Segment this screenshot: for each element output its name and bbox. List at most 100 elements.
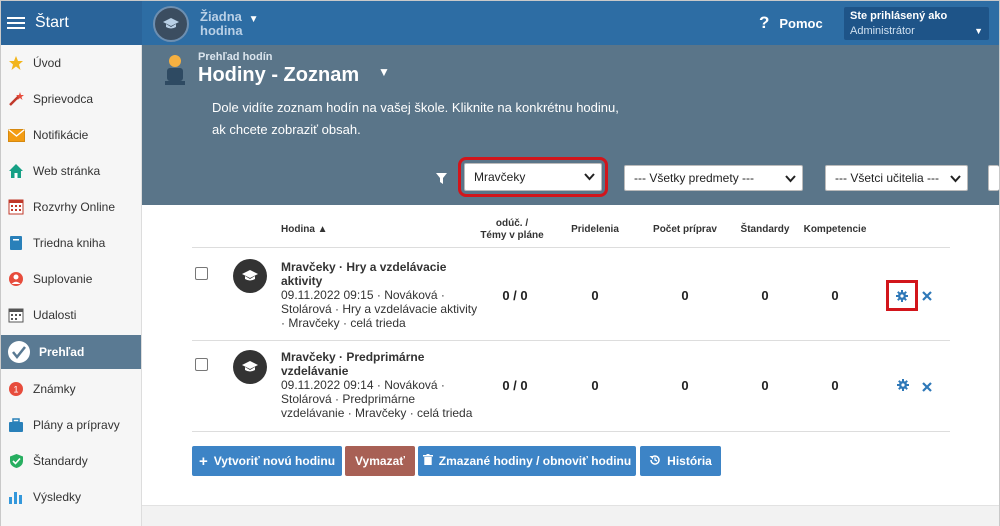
sidebar-item-udalosti[interactable]: Udalosti [1,297,141,333]
class-filter-value: Mravčeky [474,170,526,184]
lesson-detail-line2: Stolárová · Predprimárne [281,392,416,406]
history-icon [649,454,661,469]
column-header-hodina[interactable]: Hodina ▲ [281,224,328,236]
create-lesson-button[interactable]: + Vytvoriť novú hodinu [192,446,342,476]
row-checkbox[interactable] [195,267,208,280]
lesson-detail-line2: Stolárová · Hry a vzdelávacie aktivity [281,302,478,316]
start-menu-button[interactable]: Štart [1,1,142,45]
plus-icon: + [198,452,208,470]
lesson-detail-line3: vzdelávanie · Mravčeky · celá trieda [281,406,473,420]
page-subtitle: Prehľad hodín [198,51,273,63]
sidebar-item-standardy[interactable]: Štandardy [1,443,141,479]
lesson-title-line1: Mravčeky · Predprimárne [281,350,425,364]
column-header-pocet-priprav: Počet príprav [653,224,717,235]
graduation-cap-icon [233,259,267,293]
column-header-oduc-line1: odúč. / [495,218,529,229]
chevron-down-icon [584,169,595,186]
help-link[interactable]: ? Pomoc [759,13,823,33]
delete-x-icon[interactable] [922,289,932,304]
lesson-detail-line3: · Mravčeky · celá trieda [281,316,406,330]
sidebar-item-label: Prehľad [39,345,85,359]
oduc-value: 0 / 0 [502,288,528,303]
divider [192,247,950,248]
sidebar-item-rozvrhy-online[interactable]: Rozvrhy Online [1,189,141,225]
lesson-detail: 09.11.2022 09:14 · Nováková · Stolárová … [281,378,486,420]
sidebar-item-prehlad[interactable]: Prehľad [1,335,141,369]
book-icon [7,234,25,252]
lesson-detail-line1: 09.11.2022 09:14 · Nováková · [281,378,445,392]
teacher-filter-select[interactable]: --- Všetci učitelia --- [825,165,968,191]
lesson-detail: 09.11.2022 09:15 · Nováková · Stolárová … [281,288,486,330]
calendar-icon [7,306,25,324]
check-circle-icon [7,340,31,364]
bar-chart-icon [7,488,25,506]
sidebar-item-triedna-kniha[interactable]: Triedna kniha [1,225,141,261]
caret-down-icon: ▼ [248,13,259,25]
sidebar-item-label: Známky [33,382,76,396]
page-title: Hodiny - Zoznam [198,64,360,86]
deleted-lessons-button[interactable]: Zmazané hodiny / obnoviť hodinu [418,446,636,476]
kompetencie-value: 0 [831,288,839,303]
user-line1: Ste prihlásený ako [850,10,948,22]
row-checkbox[interactable] [195,358,208,371]
sidebar-item-label: Výsledky [33,490,82,504]
sidebar-item-label: Štandardy [33,454,88,468]
trash-icon [422,454,433,468]
page-header: Prehľad hodín Hodiny - Zoznam ▼ Dole vid… [142,45,999,205]
filter-icon [436,172,447,187]
lesson-title-line2: vzdelávanie [281,364,349,378]
settings-gear-icon[interactable] [886,280,918,311]
help-label: Pomoc [779,15,823,31]
sidebar-item-znamky[interactable]: 1 Známky [1,371,141,407]
pocet-value: 0 [681,288,689,303]
class-filter-select[interactable]: Mravčeky [458,157,608,197]
pridelenia-value: 0 [591,378,599,393]
create-lesson-label: Vytvoriť novú hodinu [213,454,336,468]
lesson-context-selector[interactable]: Žiadna hodina ▼ [153,6,259,42]
settings-gear-icon[interactable] [897,379,909,394]
divider [192,340,950,341]
standardy-value: 0 [761,378,769,393]
subject-filter-select[interactable]: --- Všetky predmety --- [624,165,803,191]
hamburger-icon [7,14,25,32]
delete-label: Vymazať [355,454,405,468]
lesson-title-line2: aktivity [281,274,323,288]
sidebar-item-sprievodca[interactable]: Sprievodca [1,81,141,117]
extra-filter-select[interactable] [988,165,999,191]
teacher-figure-icon [160,53,190,92]
sidebar-item-notifikacie[interactable]: Notifikácie [1,117,141,153]
sidebar-item-plany[interactable]: Plány a prípravy [1,407,141,443]
divider [192,431,950,432]
envelope-icon [7,126,25,144]
sidebar-item-label: Suplovanie [33,272,93,286]
column-header-standardy: Štandardy [740,224,790,235]
lesson-detail-line1: 09.11.2022 09:15 · Nováková · [281,288,445,302]
history-label: História [667,454,712,468]
column-header-oduc-line2: Témy v pláne [480,230,544,241]
magic-wand-icon [7,90,25,108]
chevron-down-icon [950,171,961,188]
lesson-title[interactable]: Mravčeky · Hry a vzdelávacie aktivity [281,260,481,288]
sidebar-item-suplovanie[interactable]: Suplovanie [1,261,141,297]
calendar-grid-icon [7,198,25,216]
context-line1: Žiadna [200,9,242,24]
sidebar-item-vysledky[interactable]: Výsledky [1,479,141,515]
delete-button[interactable]: Vymazať [345,446,415,476]
lessons-table: Hodina ▲ odúč. / Témy v pláne Pridelenia… [142,205,999,505]
caret-down-icon: ▼ [974,26,983,36]
delete-x-icon[interactable] [922,380,932,395]
pocet-value: 0 [681,378,689,393]
sidebar-item-label: Notifikácie [33,128,89,142]
standardy-value: 0 [761,288,769,303]
sidebar-item-uvod[interactable]: Úvod [1,45,141,81]
sidebar-item-label: Sprievodca [33,92,94,106]
sidebar-item-web-stranka[interactable]: Web stránka [1,153,141,189]
deleted-lessons-label: Zmazané hodiny / obnoviť hodinu [438,454,632,468]
teacher-filter-value: --- Všetci učitelia --- [835,171,940,185]
lesson-title[interactable]: Mravčeky · Predprimárne vzdelávanie [281,350,481,378]
shield-icon [7,452,25,470]
sidebar-item-label: Úvod [33,56,62,70]
user-menu[interactable]: Ste prihlásený ako Administrátor ▼ [844,7,989,40]
history-button[interactable]: História [640,446,721,476]
caret-down-icon[interactable]: ▼ [378,65,390,79]
